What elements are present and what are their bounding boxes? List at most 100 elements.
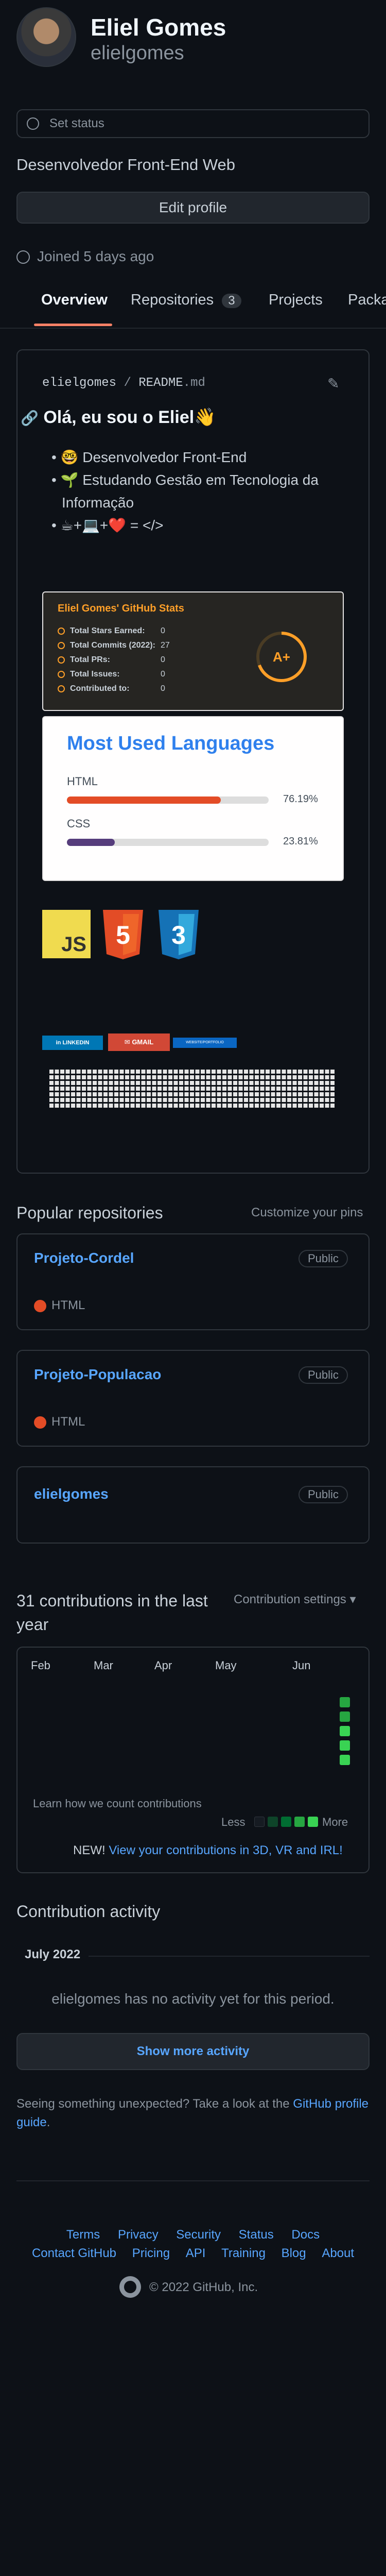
snake-cell	[168, 1087, 172, 1091]
pencil-icon[interactable]: ✎	[327, 375, 339, 392]
javascript-icon[interactable]: JS	[42, 910, 91, 958]
snake-cell	[168, 1081, 172, 1085]
contribution-day-cell[interactable]	[340, 1726, 350, 1736]
readme-owner[interactable]: elielgomes	[42, 376, 116, 390]
contribution-day-cell[interactable]	[340, 1697, 350, 1707]
github-logo-icon[interactable]	[119, 2276, 141, 2298]
footer-link-pricing[interactable]: Pricing	[132, 2246, 170, 2260]
snake-cell	[271, 1075, 275, 1079]
snake-cell	[227, 1087, 232, 1091]
snake-cell	[233, 1092, 237, 1096]
skyline-link[interactable]: View your contributions in 3D, VR and IR…	[109, 1843, 342, 1857]
snake-cell	[55, 1098, 59, 1102]
top-languages-card[interactable]: Most Used Languages HTML 76.19% CSS 23.8…	[42, 716, 344, 881]
snake-cell	[282, 1098, 286, 1102]
edit-profile-button[interactable]: Edit profile	[16, 192, 370, 224]
anchor-link-icon[interactable]: 🔗	[21, 410, 39, 426]
stat-value: 0	[161, 684, 165, 693]
snake-cell	[287, 1092, 291, 1096]
snake-cell	[222, 1098, 226, 1102]
snake-cell	[147, 1087, 151, 1091]
footer-link-about[interactable]: About	[322, 2246, 354, 2260]
contribution-settings-button[interactable]: Contribution settings ▾	[234, 1592, 356, 1607]
html5-icon[interactable]: 5	[101, 910, 145, 960]
contribution-day-cell[interactable]	[340, 1711, 350, 1722]
snake-cell	[330, 1092, 335, 1096]
snake-cell	[109, 1092, 113, 1096]
snake-cell	[76, 1104, 81, 1108]
lang-bar-fill-html	[67, 796, 221, 804]
stat-value: 0	[161, 670, 165, 679]
repo-name[interactable]: Projeto-Cordel	[34, 1250, 134, 1266]
footer-link-terms[interactable]: Terms	[66, 2228, 100, 2242]
repo-name[interactable]: elielgomes	[34, 1486, 109, 1502]
snake-cell	[163, 1098, 167, 1102]
readme-ext: .md	[183, 376, 205, 390]
snake-cell	[114, 1070, 118, 1074]
snake-cell	[260, 1092, 265, 1096]
snake-cell	[87, 1087, 92, 1091]
snake-cell	[125, 1081, 129, 1085]
readme-list: • 🤓 Desenvolvedor Front-End • 🌱 Estudand…	[51, 446, 350, 537]
tab-repositories[interactable]: Repositories 3	[131, 292, 241, 309]
language-color-dot	[34, 1416, 46, 1429]
footer-link-security[interactable]: Security	[176, 2228, 221, 2242]
contribution-day-cell[interactable]	[340, 1755, 350, 1765]
snake-cell	[244, 1098, 248, 1102]
snake-cell	[82, 1104, 86, 1108]
tab-packages[interactable]: Packa	[348, 292, 386, 309]
snake-cell	[141, 1081, 146, 1085]
contribution-day-cell[interactable]	[340, 1740, 350, 1751]
footer-divider	[16, 2180, 370, 2181]
footer-link-status[interactable]: Status	[239, 2228, 274, 2242]
lang-bar-track-html	[67, 796, 269, 804]
footer-link-docs[interactable]: Docs	[291, 2228, 320, 2242]
tab-overview[interactable]: Overview	[41, 292, 108, 309]
snake-cell	[65, 1075, 70, 1079]
snake-cell	[87, 1075, 92, 1079]
snake-cell	[287, 1070, 291, 1074]
footer-link-privacy[interactable]: Privacy	[118, 2228, 159, 2242]
github-stats-card[interactable]: Eliel Gomes' GitHub Stats Total Stars Ea…	[42, 591, 344, 711]
legend-swatch	[268, 1817, 278, 1827]
footer-link-contact[interactable]: Contact GitHub	[32, 2246, 116, 2260]
show-more-activity-button[interactable]: Show more activity	[16, 2033, 370, 2070]
snake-cell	[238, 1104, 243, 1108]
snake-cell	[206, 1098, 210, 1102]
repo-language-label: HTML	[51, 1298, 85, 1312]
snake-cell	[282, 1092, 286, 1096]
footer-link-training[interactable]: Training	[221, 2246, 266, 2260]
linkedin-badge[interactable]: in LINKEDIN	[42, 1036, 103, 1050]
repo-icon	[58, 685, 65, 692]
set-status-button[interactable]: Set status	[16, 109, 370, 138]
snake-cell	[147, 1092, 151, 1096]
customize-pins-link[interactable]: Customize your pins	[251, 1206, 363, 1220]
snake-cell	[227, 1070, 232, 1074]
readme-file: README	[138, 376, 183, 390]
snake-cell	[93, 1092, 97, 1096]
footer-link-blog[interactable]: Blog	[282, 2246, 306, 2260]
snake-cell	[314, 1087, 319, 1091]
tab-projects[interactable]: Projects	[269, 292, 323, 309]
snake-cell	[195, 1104, 200, 1108]
snake-cell	[233, 1075, 237, 1079]
gmail-badge[interactable]: ✉ GMAIL	[108, 1033, 170, 1051]
avatar[interactable]	[16, 7, 76, 67]
css3-icon[interactable]: 3	[156, 910, 201, 960]
list-item: • 🤓 Desenvolvedor Front-End	[51, 449, 247, 465]
lang-name-css: CSS	[67, 817, 91, 830]
stat-label: Total Issues:	[70, 670, 120, 679]
snake-cell	[147, 1081, 151, 1085]
snake-cell	[55, 1087, 59, 1091]
snake-cell	[266, 1070, 270, 1074]
footer-link-api[interactable]: API	[186, 2246, 206, 2260]
website-badge[interactable]: WEBSITE/PORTFOLIO	[173, 1038, 237, 1048]
learn-contributions-link[interactable]: Learn how we count contributions	[33, 1797, 202, 1810]
repo-name[interactable]: Projeto-Populacao	[34, 1366, 161, 1383]
snake-cell	[184, 1092, 189, 1096]
joined-date: Joined 5 days ago	[37, 248, 154, 264]
snake-cell	[157, 1087, 162, 1091]
snake-cell	[136, 1092, 140, 1096]
snake-cell	[206, 1092, 210, 1096]
snake-cell	[93, 1098, 97, 1102]
